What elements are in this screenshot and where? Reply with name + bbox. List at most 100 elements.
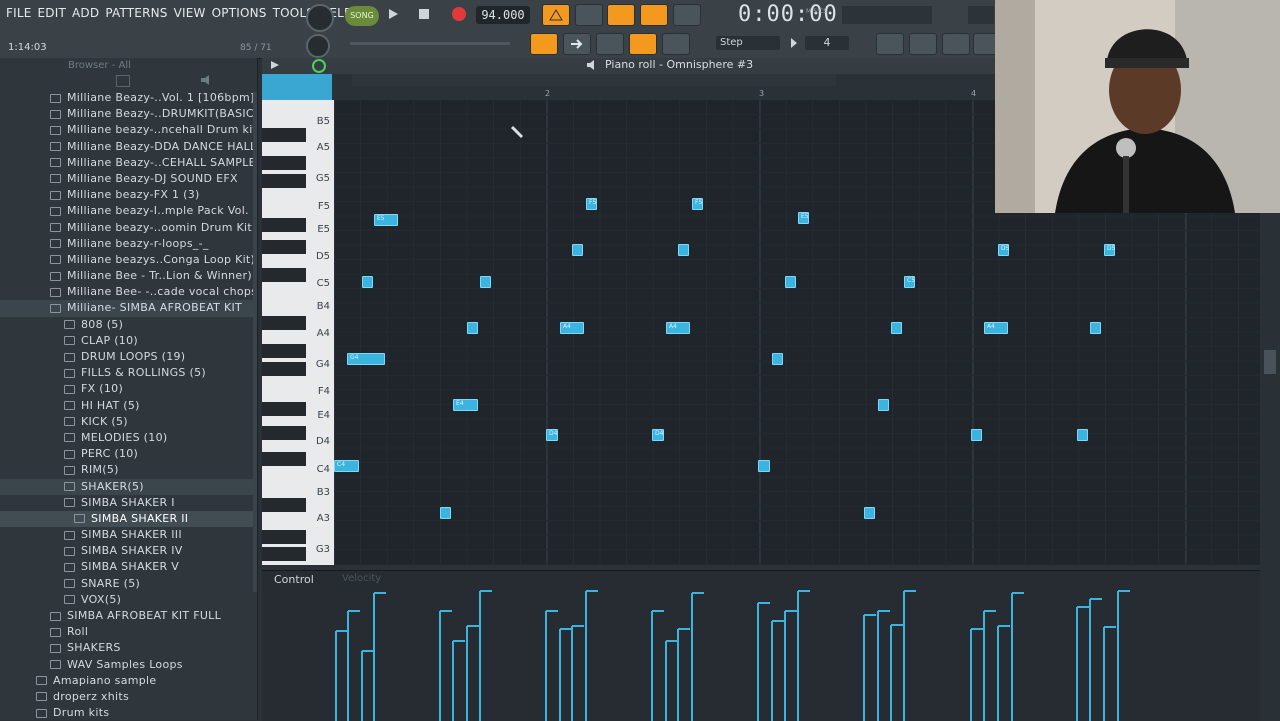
menu-patterns[interactable]: PATTERNS xyxy=(105,6,167,22)
midi-note[interactable]: D4 xyxy=(652,429,664,441)
browser-item[interactable]: SHAKERS xyxy=(0,640,257,656)
countdown-icon[interactable] xyxy=(607,4,635,26)
black-key[interactable] xyxy=(262,426,306,440)
piano-roll-speaker-icon[interactable] xyxy=(586,60,598,73)
midi-note[interactable] xyxy=(362,276,373,288)
black-key[interactable] xyxy=(262,530,306,544)
midi-note[interactable]: A4 xyxy=(666,322,690,334)
browser-item[interactable]: DRUM LOOPS (19) xyxy=(0,349,257,365)
browser-item[interactable]: droperz xhits xyxy=(0,689,257,705)
browser-item[interactable]: SIMBA SHAKER IV xyxy=(0,543,257,559)
browser-item[interactable]: SIMBA SHAKER I xyxy=(0,495,257,511)
browser-item[interactable]: SNARE (5) xyxy=(0,576,257,592)
browser-folder-icon[interactable] xyxy=(116,75,130,87)
midi-note[interactable] xyxy=(480,276,491,288)
pattern-number[interactable]: 4 xyxy=(805,36,849,50)
browser-item[interactable]: MELODIES (10) xyxy=(0,430,257,446)
black-key[interactable] xyxy=(262,268,306,282)
midi-note[interactable] xyxy=(785,276,796,288)
browser-item[interactable]: Milliane Beazy-DJ SOUND EFX xyxy=(0,171,257,187)
menu-view[interactable]: VIEW xyxy=(174,6,206,22)
browser-item[interactable]: Milliane Beazy-..Vol. 1 [106bpm] xyxy=(0,90,257,106)
snap-dropdown[interactable]: Step xyxy=(716,36,780,50)
browser-item[interactable]: Milliane beazys..Conga Loop Kit) xyxy=(0,252,257,268)
black-key[interactable] xyxy=(262,174,306,188)
browser-item[interactable]: HI HAT (5) xyxy=(0,398,257,414)
black-key[interactable] xyxy=(262,218,306,232)
browser-item[interactable]: Milliane Beazy-..CEHALL SAMPLES xyxy=(0,155,257,171)
link-icon[interactable] xyxy=(629,33,657,55)
loop-record-icon[interactable] xyxy=(673,4,701,26)
browser-item[interactable]: Drum kits xyxy=(0,705,257,720)
browser-speaker-icon[interactable] xyxy=(200,75,214,85)
browser-item[interactable]: FX (10) xyxy=(0,381,257,397)
tool-icons[interactable] xyxy=(384,59,484,71)
black-key[interactable] xyxy=(262,452,306,466)
master-pitch-knob[interactable] xyxy=(306,34,330,58)
browser-item[interactable]: PERC (10) xyxy=(0,446,257,462)
browser-scrollbar[interactable] xyxy=(253,92,257,592)
event-editor[interactable] xyxy=(262,570,1260,721)
midi-note[interactable] xyxy=(758,460,770,472)
piano-roll-title[interactable]: Piano roll - Omnisphere #3 xyxy=(605,58,753,71)
browser-item[interactable]: Milliane beazy-I..mple Pack Vol. 1 xyxy=(0,203,257,219)
channel-rack-icon[interactable] xyxy=(909,33,937,55)
browser-item[interactable]: SIMBA AFROBEAT KIT FULL xyxy=(0,608,257,624)
wrench-icon[interactable] xyxy=(290,60,300,70)
midi-note[interactable] xyxy=(678,244,689,256)
browser-item[interactable]: RIM(5) xyxy=(0,462,257,478)
black-key[interactable] xyxy=(262,128,306,142)
browser-item[interactable]: Roll xyxy=(0,624,257,640)
record-button[interactable] xyxy=(452,7,466,21)
mixer-icon[interactable] xyxy=(876,33,904,55)
black-key[interactable] xyxy=(262,156,306,170)
midi-note[interactable]: E4 xyxy=(453,399,478,411)
control-label[interactable]: Control xyxy=(274,573,314,586)
browser-item[interactable]: Milliane Bee- -..cade vocal chops xyxy=(0,284,257,300)
piano-keyboard[interactable]: B5 A5 G5 F5 E5 D5 C5 B4 A4 G4 F4 E4 D4 C4 B3 A3 G3 xyxy=(262,100,334,565)
browser-item[interactable]: Milliane- SIMBA AFROBEAT KIT xyxy=(0,300,257,317)
browser-item[interactable]: SIMBA SHAKER III xyxy=(0,527,257,543)
midi-note[interactable] xyxy=(1077,429,1088,441)
control-mode[interactable]: Velocity xyxy=(342,573,381,584)
browser-item[interactable]: Milliane Beazy-..DRUMKIT(BASIC) xyxy=(0,106,257,122)
browser-item[interactable]: SHAKER(5) xyxy=(0,478,257,495)
stamp-icon[interactable] xyxy=(662,33,690,55)
midi-note[interactable]: C4 xyxy=(334,460,359,472)
step-edit-icon[interactable] xyxy=(640,4,668,26)
playhead-marker[interactable] xyxy=(262,74,332,100)
magnet-icon[interactable] xyxy=(312,59,326,73)
black-key[interactable] xyxy=(262,498,306,512)
black-key[interactable] xyxy=(262,240,306,254)
midi-note[interactable] xyxy=(772,353,783,365)
metronome-icon[interactable] xyxy=(542,4,570,26)
midi-note[interactable] xyxy=(891,322,902,334)
browser-item[interactable]: CLAP (10) xyxy=(0,333,257,349)
midi-note[interactable] xyxy=(971,429,982,441)
browser-item[interactable]: SIMBA SHAKER II xyxy=(0,510,257,528)
piano-roll-menu-icon[interactable] xyxy=(270,60,280,73)
browser-item[interactable]: KICK (5) xyxy=(0,414,257,430)
browser-item[interactable]: Milliane Bee - Tr..Lion & Winner) xyxy=(0,268,257,284)
browser-item[interactable]: WAV Samples Loops xyxy=(0,657,257,673)
scroll-thumb[interactable] xyxy=(1264,350,1276,374)
pitch-slider[interactable] xyxy=(350,42,510,45)
black-key[interactable] xyxy=(262,316,306,330)
midi-note[interactable] xyxy=(864,507,875,519)
browser-item[interactable]: SIMBA SHAKER V xyxy=(0,559,257,575)
midi-note[interactable]: D5 xyxy=(998,244,1009,256)
browser-item[interactable]: Milliane beazy-r-loops_-_ xyxy=(0,236,257,252)
tempo-display[interactable]: 94.000 xyxy=(476,6,530,24)
midi-note[interactable]: D5 xyxy=(1104,244,1115,256)
midi-note[interactable]: E5 xyxy=(374,214,398,226)
midi-note[interactable] xyxy=(467,322,478,334)
midi-note[interactable]: F5 xyxy=(586,198,597,210)
browser-item[interactable]: 808 (5) xyxy=(0,317,257,333)
midi-note[interactable]: G4 xyxy=(347,353,385,365)
midi-note[interactable] xyxy=(572,244,583,256)
black-key[interactable] xyxy=(262,547,306,561)
song-mode-toggle[interactable]: SONG xyxy=(345,6,379,26)
midi-note[interactable]: A4 xyxy=(560,322,584,334)
snap-arrow-icon[interactable] xyxy=(790,37,798,49)
menu-edit[interactable]: EDIT xyxy=(38,6,67,22)
